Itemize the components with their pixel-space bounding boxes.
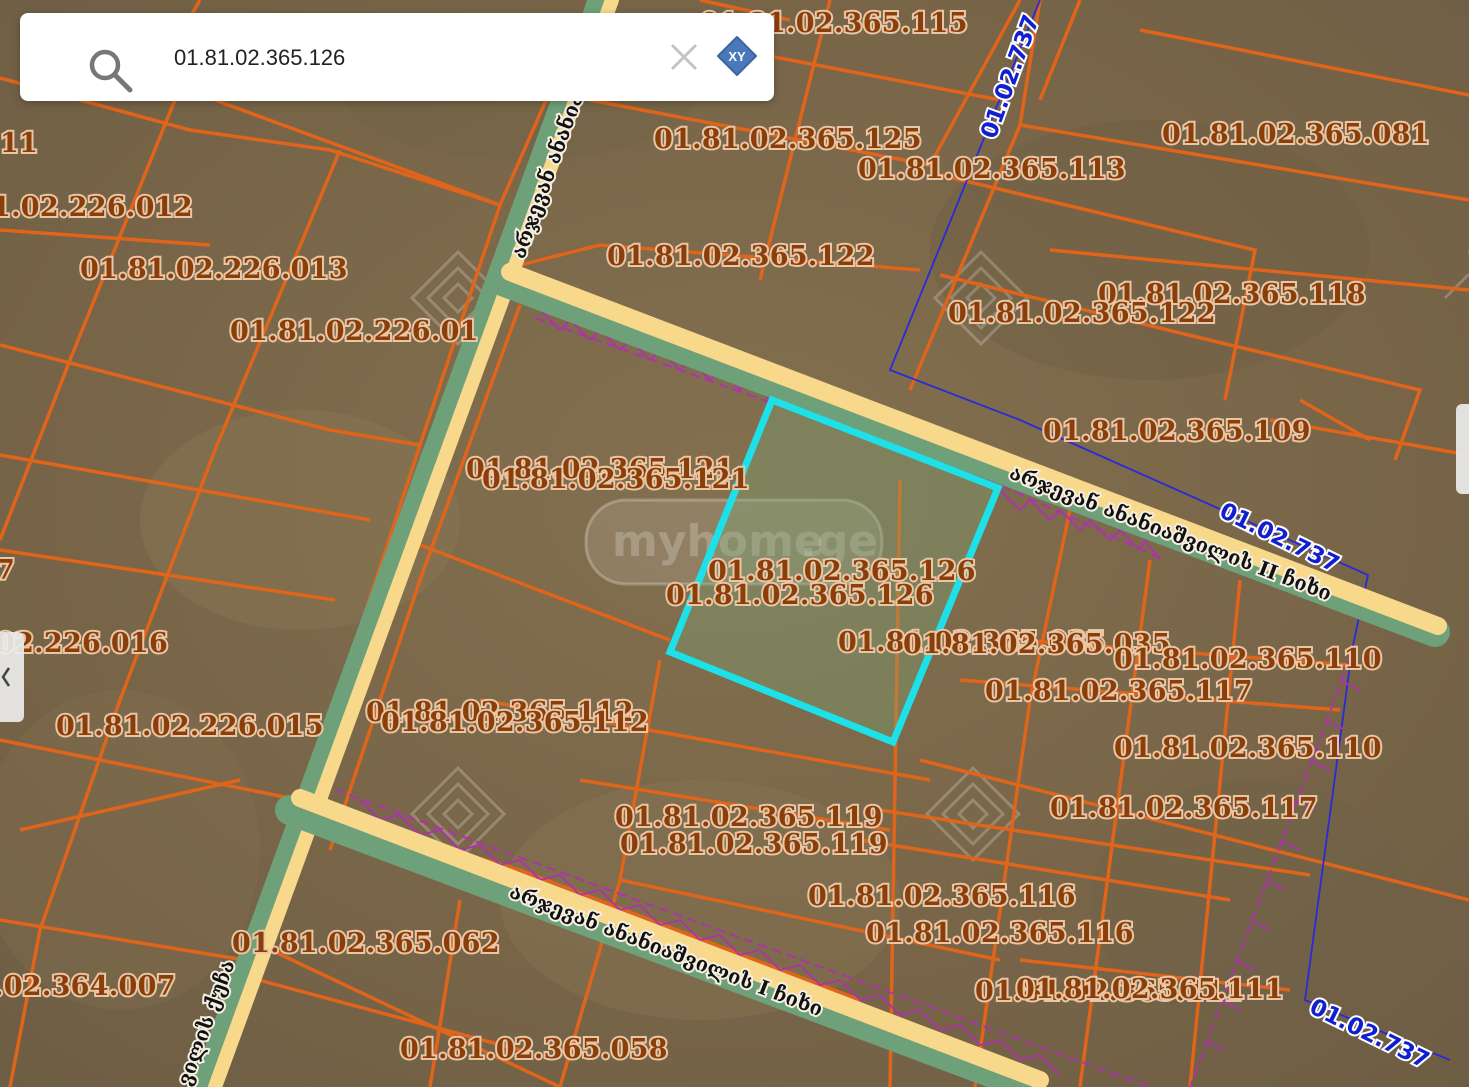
right-panel-handle[interactable]	[1456, 404, 1469, 494]
close-icon[interactable]	[668, 41, 700, 73]
parcel-label[interactable]: 01.81.02.365.121	[480, 462, 752, 497]
parcel-label[interactable]: 01.81.02.226.015	[54, 709, 326, 744]
search-bar: XY	[20, 13, 774, 101]
xy-button-label: XY	[728, 49, 746, 64]
parcel-label[interactable]: 01.81.02.365.113	[856, 152, 1128, 187]
parcel-label[interactable]: 01.81.02.365.116	[864, 916, 1136, 951]
parcel-label[interactable]: 01.81.02.365.058	[398, 1032, 670, 1067]
parcel-label[interactable]: 01.81.02.365.110	[1112, 642, 1384, 677]
chevron-left-icon	[1, 667, 11, 687]
parcel-label[interactable]: 01.81.02.226.013	[78, 252, 350, 287]
parcel-label[interactable]: 01.81.02.365.117	[1048, 791, 1320, 826]
parcel-label[interactable]: 01.81.02.365.119	[618, 827, 890, 862]
parcel-label[interactable]: 01.81.02.365.111	[1014, 972, 1286, 1007]
parcel-label[interactable]: 11	[0, 126, 40, 161]
sidebar-toggle-button[interactable]	[0, 632, 24, 722]
parcel-label[interactable]: 01.81.02.365.116	[806, 879, 1078, 914]
parcel-label[interactable]: .02.364.007	[0, 969, 177, 1004]
search-icon[interactable]	[86, 46, 134, 94]
parcel-label[interactable]: 7	[0, 553, 17, 588]
cadastral-map[interactable]: myhome .ge	[0, 0, 1469, 1087]
parcel-label[interactable]: 01.81.02.365.126	[664, 578, 936, 613]
parcel-label[interactable]: 01.81.02.365.081	[1160, 117, 1432, 152]
parcel-label[interactable]: 01.81.02.226.01	[228, 314, 480, 349]
parcel-label[interactable]: 01.81.02.365.125	[652, 122, 924, 157]
parcel-label[interactable]: 01.81.02.365.110	[1112, 731, 1384, 766]
parcel-label[interactable]: 02.226.016	[0, 626, 170, 661]
parcel-label[interactable]: 1.02.226.012	[0, 190, 195, 225]
parcel-label[interactable]: 01.81.02.365.109	[1041, 414, 1313, 449]
parcel-label[interactable]: 01.81.02.365.112	[379, 705, 651, 740]
parcel-label[interactable]: 01.81.02.365.117	[983, 674, 1255, 709]
parcel-label[interactable]: 01.81.02.365.062	[230, 926, 502, 961]
parcel-label[interactable]: 01.81.02.365.122	[946, 296, 1218, 331]
xy-coordinates-button[interactable]: XY	[714, 33, 760, 79]
search-input[interactable]	[172, 39, 636, 77]
parcel-label[interactable]: 01.81.02.365.122	[605, 239, 877, 274]
